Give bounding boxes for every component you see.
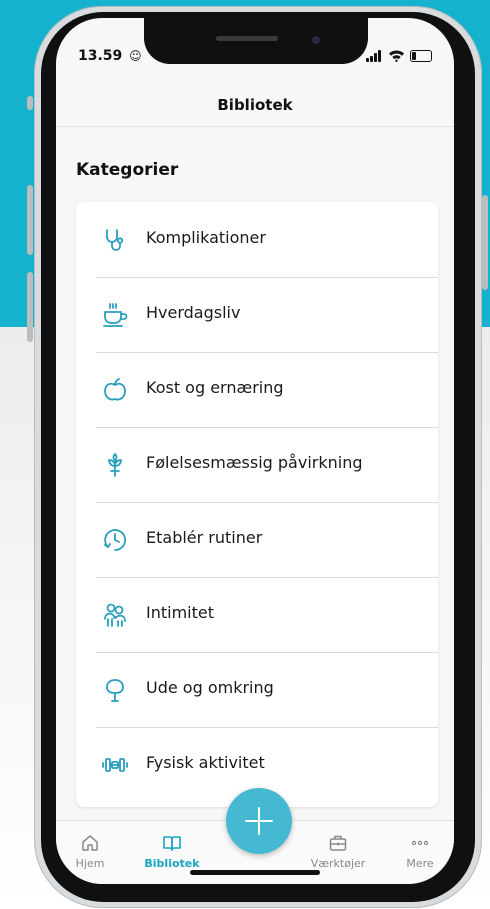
phone-screen: 13.59 ☺ Bibliotek Kategorier Komplikatio…	[56, 18, 454, 884]
front-camera	[312, 36, 320, 44]
category-item-intimitet[interactable]: Intimitet	[96, 577, 438, 653]
category-label: Intimitet	[146, 603, 214, 622]
category-label: Kost og ernæring	[146, 378, 284, 397]
category-item-komplikationer[interactable]: Komplikationer	[96, 202, 438, 278]
category-label: Komplikationer	[146, 228, 266, 247]
home-icon	[82, 835, 98, 851]
tab-label: Bibliotek	[144, 857, 200, 870]
tab-label: Hjem	[75, 857, 105, 870]
category-item-kost-og-ernaering[interactable]: Kost og ernæring	[96, 352, 438, 428]
tab-mere[interactable]: Mere	[390, 833, 450, 870]
section-title: Kategorier	[76, 160, 179, 180]
notch	[144, 18, 368, 64]
category-label: Etablér rutiner	[146, 528, 263, 547]
category-item-folelsesmaessig-pavirkning[interactable]: Følelsesmæssig påvirkning	[96, 427, 438, 503]
face-status-icon: ☺	[129, 49, 142, 63]
category-label: Ude og omkring	[146, 678, 274, 697]
tab-vaerktojer[interactable]: Værktøjer	[308, 833, 368, 870]
apple-icon	[102, 377, 128, 403]
battery-icon	[410, 50, 432, 62]
wifi-icon	[389, 50, 404, 62]
add-button[interactable]	[226, 788, 292, 854]
coffee-cup-icon	[102, 302, 128, 328]
plus-icon	[245, 807, 273, 835]
category-label: Fysisk aktivitet	[146, 753, 265, 772]
category-list: Komplikationer Hverdagsliv Kost og ernær…	[76, 202, 438, 807]
status-indicators	[366, 50, 434, 62]
stethoscope-icon	[102, 227, 128, 253]
power-button	[482, 195, 488, 290]
ringer-switch	[27, 96, 33, 110]
tab-label: Mere	[406, 857, 434, 870]
tree-icon	[102, 677, 128, 703]
tab-hjem[interactable]: Hjem	[60, 833, 120, 870]
page-title: Bibliotek	[217, 96, 293, 114]
category-item-hverdagsliv[interactable]: Hverdagsliv	[96, 277, 438, 353]
home-indicator	[190, 870, 320, 875]
tab-label: Værktøjer	[310, 857, 366, 870]
status-time: 13.59 ☺	[78, 48, 142, 64]
status-time-text: 13.59	[78, 48, 123, 64]
volume-up-button	[27, 185, 33, 255]
volume-down-button	[27, 272, 33, 342]
category-item-etabler-rutiner[interactable]: Etablér rutiner	[96, 502, 438, 578]
clock-icon	[102, 527, 128, 553]
speaker-grill	[216, 36, 278, 41]
book-icon	[163, 836, 181, 851]
category-item-ude-og-omkring[interactable]: Ude og omkring	[96, 652, 438, 728]
toolbox-icon	[329, 835, 347, 851]
category-label: Hverdagsliv	[146, 303, 241, 322]
more-icon	[411, 840, 429, 846]
tab-bibliotek[interactable]: Bibliotek	[142, 833, 202, 870]
dumbbell-icon	[102, 752, 128, 778]
top-header: Bibliotek	[56, 74, 454, 127]
plant-icon	[102, 452, 128, 478]
category-label: Følelsesmæssig påvirkning	[146, 453, 363, 472]
people-icon	[102, 602, 128, 628]
